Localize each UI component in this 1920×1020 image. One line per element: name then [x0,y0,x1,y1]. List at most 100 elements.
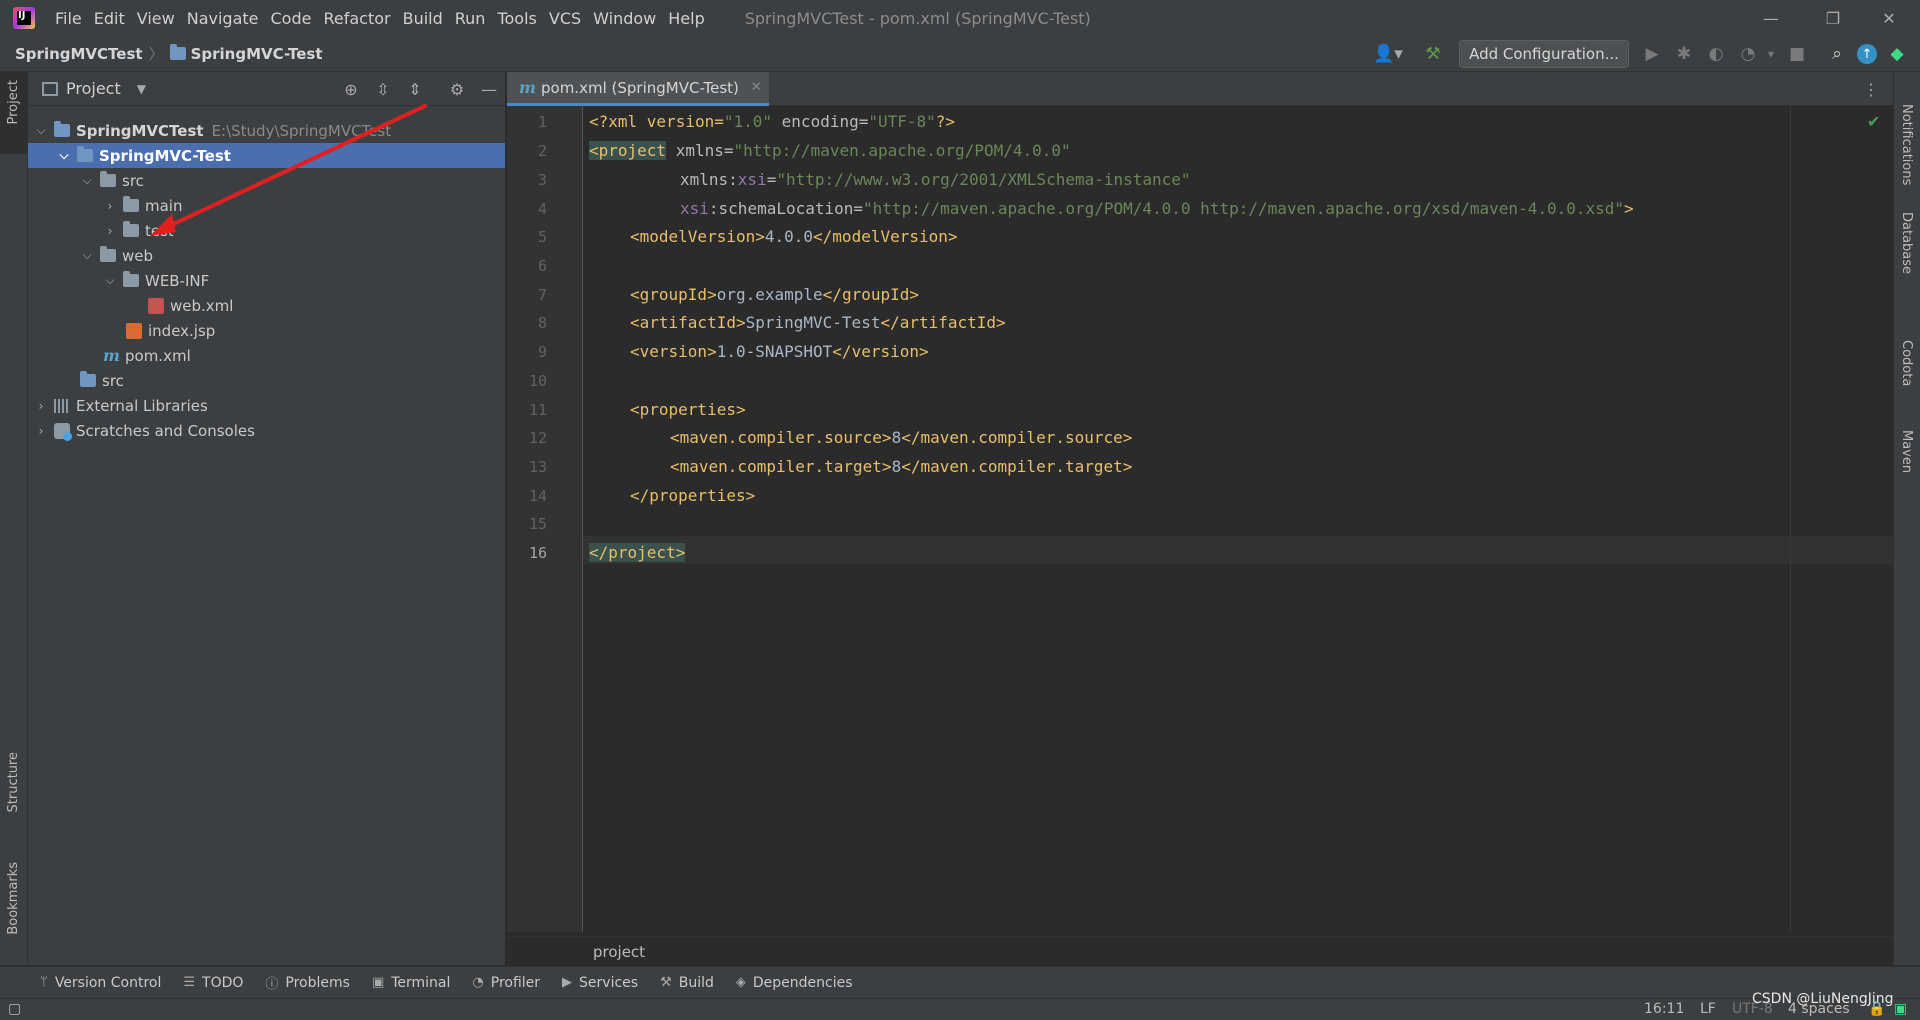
artifact-id-close: </artifactId> [880,313,1006,332]
tree-row-pom-xml[interactable]: m pom.xml [28,343,505,368]
menu-edit[interactable]: Edit [94,9,125,28]
project-view-chevron-down-icon[interactable]: ▼ [137,82,146,96]
chevron-right-icon[interactable]: › [103,224,117,238]
caret-position[interactable]: 16:11 [1644,1001,1684,1017]
restore-icon[interactable]: ❐ [1810,0,1856,36]
menu-view[interactable]: View [137,9,175,28]
menu-file[interactable]: File [55,9,82,28]
tree-row-scratches[interactable]: › Scratches and Consoles [28,418,505,443]
chevron-down-icon[interactable]: ⌵ [80,248,94,263]
tree-row-root[interactable]: ⌵ SpringMVCTest E:\Study\SpringMVCTest [28,118,505,143]
compiler-target-close: </maven.compiler.target> [901,457,1133,476]
line-number: 4 [537,200,547,218]
debug-icon[interactable]: ✱ [1673,43,1695,65]
project-tool-label[interactable]: Project [6,80,21,124]
more-run-chevron-down-icon[interactable]: ▾ [1760,43,1782,65]
add-configuration-button[interactable]: Add Configuration... [1459,40,1629,68]
tool-version-control[interactable]: ᛘ Version Control [40,975,161,991]
lock-icon[interactable]: 🔒 [1868,1001,1885,1017]
bookmarks-tool-label[interactable]: Bookmarks [6,862,21,935]
tool-todo[interactable]: ☰ TODO [183,975,243,991]
gear-icon[interactable]: ⚙ [446,78,468,100]
tree-row-root-src[interactable]: src [28,368,505,393]
tree-row-main[interactable]: › main [28,193,505,218]
menu-code[interactable]: Code [271,9,312,28]
codota-status-icon[interactable]: ▣ [1894,1001,1907,1017]
menu-vcs[interactable]: VCS [549,9,581,28]
version-text: 1.0-SNAPSHOT [716,342,833,361]
user-icon[interactable]: 👤▾ [1372,43,1404,65]
status-bar: ▢ 16:11 LF UTF-8 4 spaces CSDN @LiuNengJ… [0,991,1920,1020]
close-window-icon[interactable]: ✕ [1866,0,1912,36]
hammer-icon: ⚒ [660,975,672,990]
project-panel-title[interactable]: Project [66,79,121,98]
tool-label: Services [579,974,639,991]
project-tool-tab[interactable]: Project [0,72,27,154]
chevron-down-icon[interactable]: ⌵ [34,123,48,138]
menu-navigate[interactable]: Navigate [187,9,259,28]
tool-dependencies[interactable]: ◈ Dependencies [736,975,853,991]
coverage-icon[interactable]: ◐ [1705,43,1727,65]
chevron-down-icon[interactable]: ⌵ [103,273,117,288]
code-editor[interactable]: 1 2 3 4 5 6 7 8 9 10 11 12 13 14 15 16 ✔… [507,106,1893,932]
menu-window[interactable]: Window [593,9,656,28]
tool-terminal[interactable]: ▣ Terminal [372,975,450,991]
xsi-namespace: xsi [737,170,767,189]
tool-label: TODO [202,974,244,991]
menu-refactor[interactable]: Refactor [323,9,390,28]
profile-icon[interactable]: ◔ [1737,43,1759,65]
editor-breadcrumb[interactable]: project [593,943,645,961]
close-tab-icon[interactable]: ✕ [751,80,762,95]
menu-tools[interactable]: Tools [497,9,536,28]
jetbrains-toolbox-icon[interactable]: ◆ [1886,43,1908,65]
tool-label: Version Control [54,974,162,991]
tab-pom-xml[interactable]: m pom.xml (SpringMVC-Test) ✕ [507,72,769,106]
tree-row-external-libraries[interactable]: › External Libraries [28,393,505,418]
tree-row-test[interactable]: › test [28,218,505,243]
minimize-icon[interactable]: — [1748,0,1794,36]
line-number: 7 [537,286,547,304]
notifications-tool-label[interactable]: Notifications [1899,104,1914,185]
structure-tool-label[interactable]: Structure [6,752,21,812]
tree-row-module[interactable]: ⌵ SpringMVC-Test [28,143,505,168]
tool-profiler[interactable]: ◔ Profiler [472,975,540,991]
maven-tool-label[interactable]: Maven [1899,430,1914,473]
hide-panel-icon[interactable]: — [478,78,500,100]
expand-all-icon[interactable]: ⇳ [372,78,394,100]
tree-row-web-inf[interactable]: ⌵ WEB-INF [28,268,505,293]
line-number: 3 [537,171,547,189]
equals-sign: = [766,170,777,189]
update-icon[interactable]: ↑ [1857,44,1877,64]
breadcrumb-module[interactable]: SpringMVC-Test [191,45,323,63]
database-tool-label[interactable]: Database [1899,212,1914,274]
chevron-right-icon[interactable]: › [34,399,48,413]
tool-windows-toggle-icon[interactable]: ▢ [8,1001,21,1017]
menu-help[interactable]: Help [668,9,704,28]
tree-row-web-xml[interactable]: web.xml [28,293,505,318]
chevron-down-icon[interactable]: ⌵ [57,148,71,163]
tool-services[interactable]: ▶ Services [562,975,638,991]
chevron-right-icon[interactable]: › [34,424,48,438]
locate-target-icon[interactable]: ⊕ [340,78,362,100]
menu-run[interactable]: Run [455,9,486,28]
run-icon[interactable]: ▶ [1641,43,1663,65]
chevron-down-icon[interactable]: ⌵ [80,173,94,188]
collapse-all-icon[interactable]: ⇕ [404,78,426,100]
tool-build[interactable]: ⚒ Build [660,975,714,991]
folder-icon [123,221,139,237]
no-problems-check-icon[interactable]: ✔ [1867,112,1880,131]
tree-row-web[interactable]: ⌵ web [28,243,505,268]
tool-problems[interactable]: ⓘ Problems [265,973,350,993]
tree-row-src[interactable]: ⌵ src [28,168,505,193]
line-separator[interactable]: LF [1700,1001,1716,1017]
chevron-right-icon[interactable]: › [103,199,117,213]
menu-build[interactable]: Build [403,9,443,28]
search-icon[interactable]: ⌕ [1826,43,1848,65]
tree-row-index-jsp[interactable]: index.jsp [28,318,505,343]
more-options-icon[interactable]: ⋮ [1863,80,1879,99]
artifact-id-text: SpringMVC-Test [745,313,881,332]
breadcrumb-project[interactable]: SpringMVCTest [15,45,143,63]
build-hammer-icon[interactable]: ⚒ [1422,43,1444,65]
codota-tool-label[interactable]: Codota [1899,340,1914,386]
stop-icon[interactable]: ■ [1786,43,1808,65]
